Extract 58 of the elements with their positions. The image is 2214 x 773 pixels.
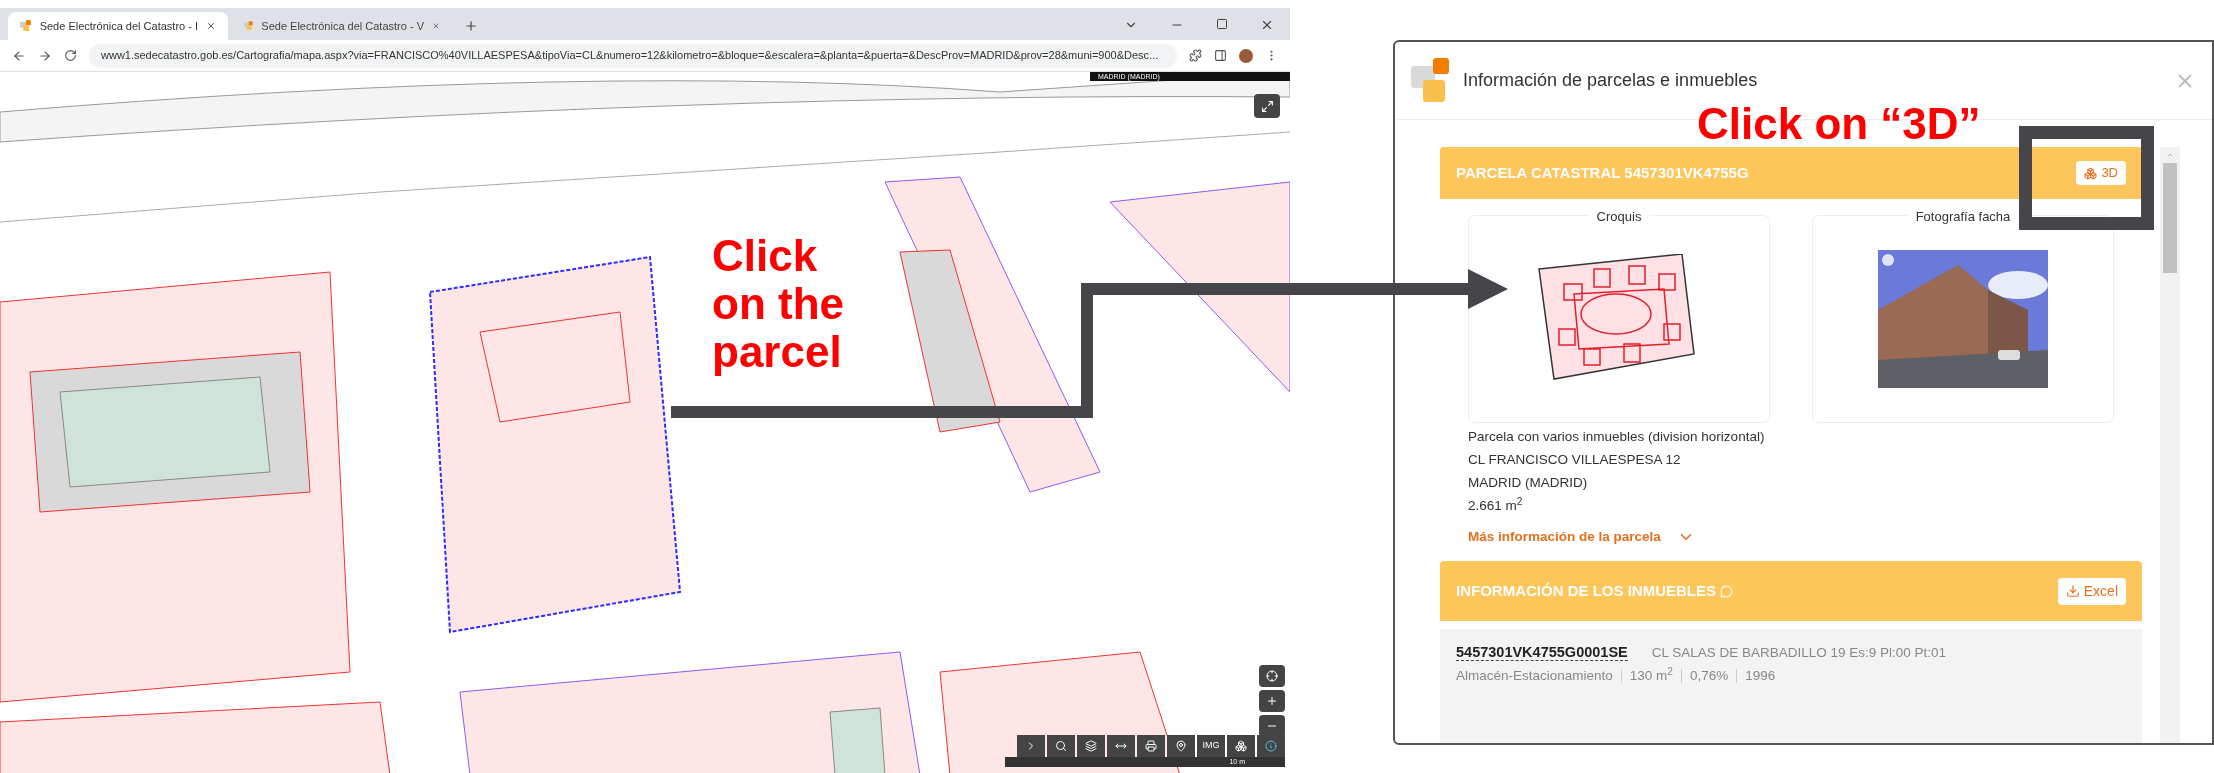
property-detail: 1996 [1745, 667, 1776, 686]
cubes-icon [1235, 740, 1247, 752]
extensions-icon[interactable] [1189, 49, 1202, 62]
parcel-description-line: CL FRANCISCO VILLAESPESA 12 [1468, 451, 1682, 469]
img-button[interactable]: IMG [1197, 735, 1225, 757]
tab-title: Sede Electrónica del Catastro - I [39, 18, 198, 34]
close-icon[interactable] [206, 20, 216, 32]
back-icon[interactable] [12, 48, 26, 63]
layers-tool-button[interactable] [1077, 735, 1105, 757]
search-icon [1055, 740, 1067, 752]
crosshair-icon [1266, 670, 1278, 682]
pin-icon [1175, 740, 1187, 752]
property-row[interactable]: 5457301VK4755G0001SE CL SALAS DE BARBADILLO 19 Es:9 Pl:00 Pt:01 Almacén-Estacionamiento 130 m$^{2}$ 0,76% 1996 [1440, 629, 2142, 743]
property-detail: Almacén-Estacionamiento [1456, 667, 1613, 686]
reload-icon[interactable] [64, 49, 77, 62]
close-icon[interactable] [1260, 18, 1274, 32]
url-text: www1.sedecatastro.gob.es/Cartografia/mapa.aspx?via=FRANCISCO%40VILLAESPESA&tipoVia=CL&numero=12&kilometro=&bloque=&escalera=&planta=&puerta=&DescProv=MADRID&prov=28&muni=900&Desc... [101, 48, 1159, 64]
layers-icon [1085, 740, 1097, 752]
catastro-favicon-icon [20, 19, 32, 33]
annotation-text: Click on “3D” [1697, 100, 1981, 148]
panel-title: Información de parcelas e inmuebles [1463, 69, 1759, 92]
parcel-description-line: MADRID (MADRID) [1468, 474, 1589, 492]
new-tab-icon[interactable] [464, 19, 478, 33]
scrollbar-thumb[interactable] [2163, 163, 2177, 273]
zoom-in-button[interactable] [1259, 690, 1285, 712]
fullscreen-icon [1260, 99, 1274, 113]
parcel-title: PARCELA CATASTRAL 5457301VK4755G [1456, 162, 1749, 183]
property-address: CL SALAS DE BARBADILLO 19 Es:9 Pl:00 Pt:01 [1651, 645, 1947, 661]
properties-title: INFORMACIÓN DE LOS INMUEBLES [1456, 581, 1716, 601]
cubes-icon [2084, 166, 2098, 180]
tab-title: Sede Electrónica del Catastro - V [261, 18, 424, 34]
zoom-out-button[interactable] [1259, 715, 1285, 737]
parcel-description-line: 2.661 m$^{2}$ [1468, 494, 1524, 515]
measure-tool-button[interactable] [1107, 735, 1135, 757]
maximize-icon[interactable] [1216, 18, 1228, 30]
search-tool-button[interactable] [1047, 735, 1075, 757]
print-icon [1145, 740, 1157, 752]
catastro-logo-icon [1411, 57, 1451, 104]
locate-button[interactable] [1259, 665, 1285, 687]
download-icon [2065, 584, 2080, 599]
pin-tool-button[interactable] [1167, 735, 1195, 757]
print-tool-button[interactable] [1137, 735, 1165, 757]
property-detail: 130 m$^{2}$ [1629, 665, 1673, 686]
browser-tab[interactable]: Sede Electrónica del Catastro - I [8, 12, 228, 40]
property-reference[interactable]: 5457301VK4755G0001SE [1456, 644, 1628, 662]
plus-icon [1266, 695, 1278, 707]
fullscreen-button[interactable] [1254, 94, 1280, 118]
scrollbar[interactable] [2160, 147, 2180, 743]
annotation-text: Click on the parcel [712, 232, 845, 376]
3d-tool-button[interactable] [1227, 735, 1255, 757]
forward-icon[interactable] [38, 48, 52, 63]
catastro-favicon-icon [244, 19, 254, 33]
avatar-icon[interactable] [1239, 48, 1253, 63]
parcel-description-line: Parcela con varios inmuebles (division horizontal) [1468, 428, 1766, 446]
property-detail: 0,76% [1690, 667, 1729, 686]
info-icon [1265, 740, 1277, 752]
side-panel-icon[interactable] [1214, 49, 1227, 62]
address-bar[interactable]: www1.sedecatastro.gob.es/Cartografia/mapa.aspx?via=FRANCISCO%40VILLAESPESA&tipoVia=CL&numero=12&kilometro=&bloque=&escalera=&planta=&puerta=&DescProv=MADRID&prov=28&muni=900&Desc... [89, 43, 1177, 68]
